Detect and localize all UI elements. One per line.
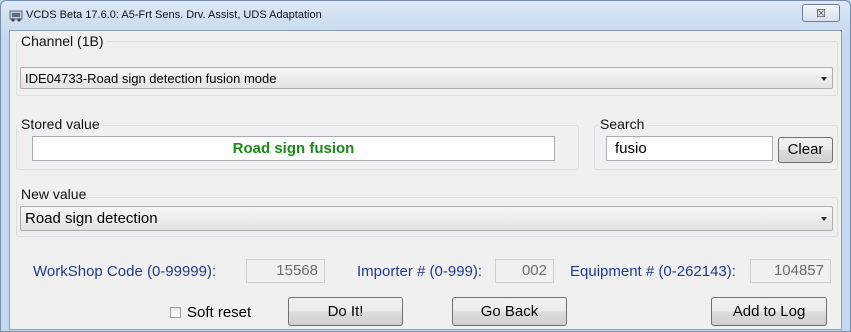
channel-group-label: Channel (1B) — [19, 33, 106, 49]
soft-reset-label: Soft reset — [187, 304, 252, 321]
stored-value-text: Road sign fusion — [232, 140, 355, 157]
vcds-app-icon — [9, 10, 23, 22]
add-to-log-button[interactable]: Add to Log — [711, 297, 827, 326]
channel-select[interactable]: IDE04733-Road sign detection fusion mode — [20, 67, 833, 89]
checkbox-box — [170, 307, 181, 318]
go-back-button[interactable]: Go Back — [452, 297, 567, 326]
stored-value-field: Road sign fusion — [32, 136, 555, 161]
do-it-button[interactable]: Do It! — [288, 297, 403, 326]
close-icon: ☒ — [816, 8, 826, 20]
clear-button[interactable]: Clear — [778, 137, 833, 163]
channel-select-value: IDE04733-Road sign detection fusion mode — [25, 71, 277, 86]
workshop-code-field[interactable]: 15568 — [246, 259, 325, 283]
adaptation-panel: Channel (1B) IDE04733-Road sign detectio… — [9, 30, 842, 330]
title-bar[interactable]: VCDS Beta 17.6.0: A5-Frt Sens. Drv. Assi… — [1, 1, 850, 29]
workshop-code-label: WorkShop Code (0-99999): — [33, 263, 217, 280]
importer-field[interactable]: 002 — [495, 259, 554, 283]
new-value-select-value: Road sign detection — [25, 210, 158, 227]
stored-value-label: Stored value — [19, 116, 102, 132]
window-title: VCDS Beta 17.6.0: A5-Frt Sens. Drv. Assi… — [26, 9, 322, 21]
new-value-label: New value — [19, 186, 89, 202]
chevron-down-icon — [821, 217, 827, 221]
app-window: VCDS Beta 17.6.0: A5-Frt Sens. Drv. Assi… — [0, 0, 851, 332]
soft-reset-checkbox[interactable]: Soft reset — [170, 304, 280, 324]
search-input[interactable] — [606, 136, 773, 161]
equipment-field[interactable]: 104857 — [750, 259, 831, 283]
equipment-label: Equipment # (0-262143): — [570, 263, 736, 280]
new-value-select[interactable]: Road sign detection — [20, 206, 833, 231]
chevron-down-icon — [821, 77, 827, 81]
importer-label: Importer # (0-999): — [357, 263, 483, 280]
search-label: Search — [598, 116, 647, 132]
close-button[interactable]: ☒ — [802, 4, 840, 22]
